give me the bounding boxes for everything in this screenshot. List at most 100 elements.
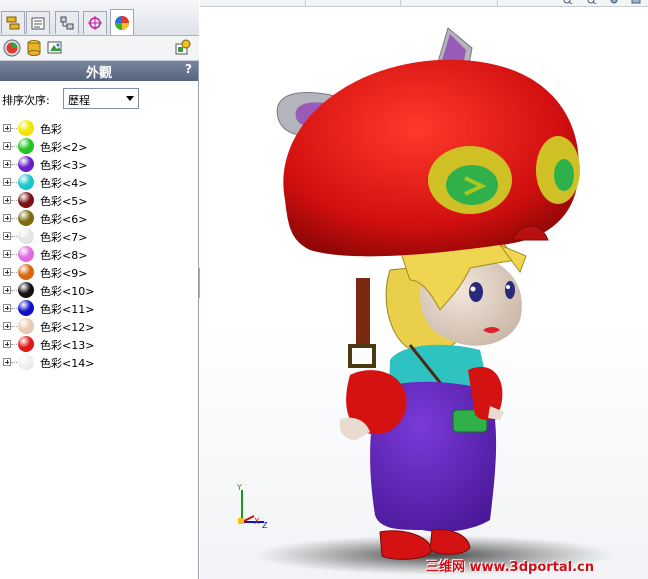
appearance-list-item[interactable]: 色彩 <box>0 119 199 137</box>
decals-tab-icon[interactable] <box>46 39 64 57</box>
triad-x-label: X <box>254 517 260 526</box>
appearance-sub-toolbar <box>0 36 199 61</box>
configuration-manager-tab[interactable] <box>55 11 79 34</box>
right-shoe <box>429 529 471 555</box>
color-swatch-sphere-icon <box>18 282 34 298</box>
appearance-list-item[interactable]: 色彩<4> <box>0 173 199 191</box>
color-swatch-sphere-icon <box>18 354 34 370</box>
axis-triad: Y Z X <box>236 483 268 530</box>
appearance-manager-tab[interactable] <box>110 9 134 35</box>
cap-strap <box>356 278 370 348</box>
appearances-tab-icon[interactable] <box>3 39 21 57</box>
color-swatch-sphere-icon <box>18 174 34 190</box>
chevron-down-icon <box>126 96 134 101</box>
sort-order-label: 排序次序: <box>2 94 50 107</box>
dimxpert-manager-tab[interactable] <box>83 11 107 34</box>
color-swatch-sphere-icon <box>18 192 34 208</box>
appearance-label: 色彩<9> <box>40 267 88 280</box>
appearance-list-item[interactable]: 色彩<3> <box>0 155 199 173</box>
tree-connector <box>11 362 17 363</box>
appearance-label: 色彩<8> <box>40 249 88 262</box>
appearance-tree: 色彩色彩<2> 色彩<3> 色彩<4> 色彩<5> 色彩<6> 色彩<7> 色彩<8> 色彩<… <box>0 119 199 371</box>
expand-plus-icon[interactable] <box>3 124 11 132</box>
configuration-icon <box>60 16 74 30</box>
appearance-list-item[interactable]: 色彩<6> <box>0 209 199 227</box>
expand-plus-icon[interactable] <box>3 322 11 330</box>
expand-plus-icon[interactable] <box>3 286 11 294</box>
appearance-label: 色彩<4> <box>40 177 88 190</box>
display-options-icon[interactable] <box>174 39 192 57</box>
property-icon <box>31 17 45 30</box>
appearance-label: 色彩<6> <box>40 213 88 226</box>
expand-plus-icon[interactable] <box>3 196 11 204</box>
appearance-list-item[interactable]: 色彩<13> <box>0 335 199 353</box>
appearance-list-item[interactable]: 色彩<12> <box>0 317 199 335</box>
property-manager-tab[interactable] <box>26 11 50 34</box>
3d-model-character: Y Z X <box>236 27 615 575</box>
appearance-label: 色彩<7> <box>40 231 88 244</box>
feature-manager-tab[interactable] <box>1 11 25 34</box>
triad-z-label: Z <box>262 521 268 530</box>
tree-connector <box>11 236 17 237</box>
tree-connector <box>11 146 17 147</box>
tree-connector <box>11 218 17 219</box>
tree-connector <box>11 344 17 345</box>
expand-plus-icon[interactable] <box>3 178 11 186</box>
color-swatch-sphere-icon <box>18 156 34 172</box>
color-swatch-sphere-icon <box>18 228 34 244</box>
tree-connector <box>11 164 17 165</box>
appearance-label: 色彩<14> <box>40 357 95 370</box>
tree-connector <box>11 200 17 201</box>
appearance-list-item[interactable]: 色彩<9> <box>0 263 199 281</box>
appearance-list-item[interactable]: 色彩<10> <box>0 281 199 299</box>
expand-plus-icon[interactable] <box>3 214 11 222</box>
tree-connector <box>11 254 17 255</box>
expand-plus-icon[interactable] <box>3 340 11 348</box>
color-swatch-sphere-icon <box>18 264 34 280</box>
feature-tree-icon <box>6 16 20 30</box>
expand-plus-icon[interactable] <box>3 358 11 366</box>
appearance-list-item[interactable]: 色彩<8> <box>0 245 199 263</box>
tree-connector <box>11 182 17 183</box>
color-swatch-sphere-icon <box>18 210 34 226</box>
appearance-label: 色彩<12> <box>40 321 95 334</box>
appearance-label: 色彩<2> <box>40 141 88 154</box>
appearance-list-item[interactable]: 色彩<11> <box>0 299 199 317</box>
help-button[interactable]: ? <box>185 62 192 76</box>
appearance-label: 色彩<13> <box>40 339 95 352</box>
appearance-pie-icon <box>115 15 129 30</box>
panel-header: 外觀 ? <box>0 61 198 81</box>
expand-plus-icon[interactable] <box>3 250 11 258</box>
triad-y-label: Y <box>236 483 242 492</box>
expand-plus-icon[interactable] <box>3 232 11 240</box>
left-eye <box>469 282 483 302</box>
scenes-tab-icon[interactable] <box>25 39 43 57</box>
appearance-list-item[interactable]: 色彩<2> <box>0 137 199 155</box>
sort-order-select[interactable]: 歷程 <box>63 88 139 109</box>
appearance-panel: 外觀 ? 排序次序: 歷程 色彩色彩<2> 色彩<3> 色彩<4> 色彩<5> 色彩<6… <box>0 0 199 579</box>
expand-plus-icon[interactable] <box>3 304 11 312</box>
right-eye <box>505 281 515 299</box>
expand-plus-icon[interactable] <box>3 142 11 150</box>
appearance-label: 色彩<5> <box>40 195 88 208</box>
tree-connector <box>11 308 17 309</box>
appearance-label: 色彩<10> <box>40 285 95 298</box>
color-swatch-sphere-icon <box>18 120 34 136</box>
tree-connector <box>11 290 17 291</box>
sort-order-value: 歷程 <box>68 94 90 107</box>
appearance-label: 色彩<11> <box>40 303 95 316</box>
sort-order-row: 排序次序: 歷程 <box>0 88 199 110</box>
expand-plus-icon[interactable] <box>3 268 11 276</box>
tree-connector <box>11 128 17 129</box>
appearance-label: 色彩<3> <box>40 159 88 172</box>
appearance-list-item[interactable]: 色彩<14> <box>0 353 199 371</box>
appearance-list-item[interactable]: 色彩<5> <box>0 191 199 209</box>
tree-connector <box>11 272 17 273</box>
appearance-label: 色彩 <box>40 123 62 136</box>
appearance-list-item[interactable]: 色彩<7> <box>0 227 199 245</box>
expand-plus-icon[interactable] <box>3 160 11 168</box>
manager-tab-bar <box>0 0 199 36</box>
graphics-viewport[interactable]: Y Z X 三维网 www.3dportal.cn <box>200 0 648 579</box>
color-swatch-sphere-icon <box>18 138 34 154</box>
tree-connector <box>11 326 17 327</box>
